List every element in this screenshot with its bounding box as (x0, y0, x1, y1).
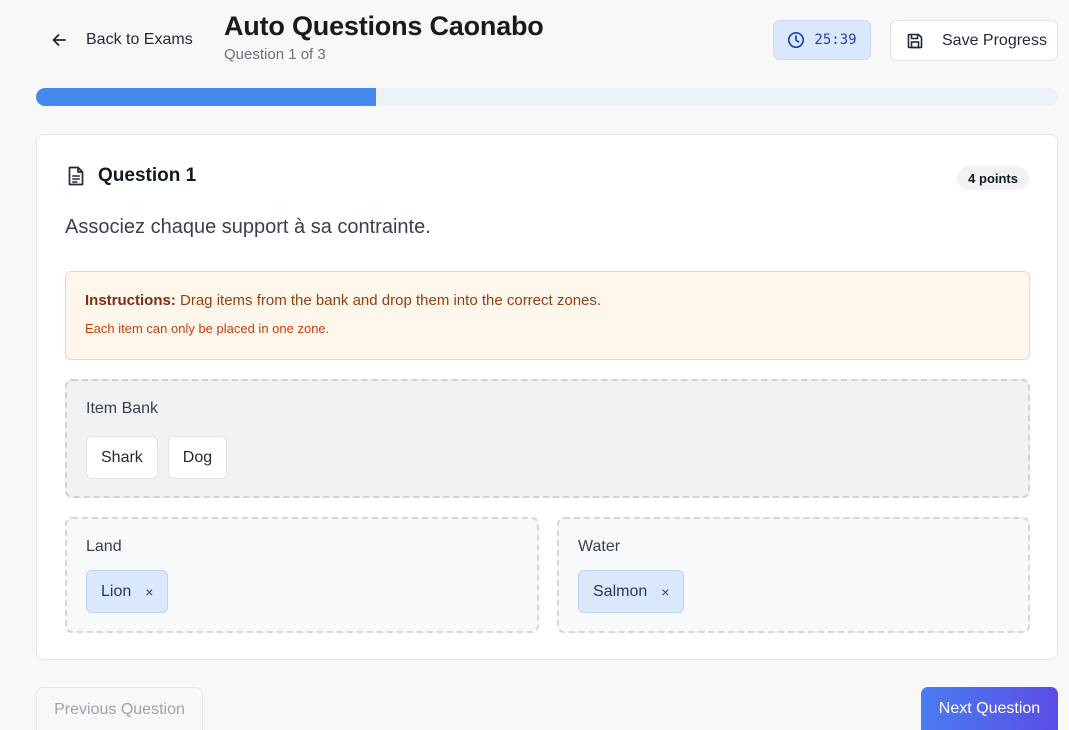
save-button-label: Save Progress (942, 31, 1047, 49)
instructions-line: Instructions: Drag items from the bank a… (85, 292, 1010, 309)
title-block: Auto Questions Caonabo Question 1 of 3 (224, 11, 544, 63)
instructions-label: Instructions: (85, 292, 176, 309)
document-icon (65, 165, 87, 187)
instructions-note: Each item can only be placed in one zone… (85, 321, 330, 336)
points-badge: 4 points (957, 166, 1029, 190)
draggable-item-dog[interactable]: Dog (167, 436, 228, 479)
next-question-button[interactable]: Next Question (921, 687, 1058, 730)
item-bank-list: Shark Dog (86, 436, 228, 479)
placed-item-label: Salmon (593, 582, 648, 600)
arrow-left-icon (50, 31, 68, 49)
question-card: Question 1 4 points Associez chaque supp… (36, 134, 1058, 660)
instructions-text: Drag items from the bank and drop them i… (175, 292, 602, 309)
page-title: Auto Questions Caonabo (224, 11, 544, 41)
back-to-exams-button[interactable]: Back to Exams (36, 22, 207, 58)
exam-header: Back to Exams Auto Questions Caonabo Que… (0, 0, 1069, 80)
timer-value: 25:39 (814, 32, 857, 48)
progress-bar (36, 88, 1058, 106)
draggable-item-shark[interactable]: Shark (86, 436, 158, 479)
floppy-disk-icon (906, 32, 924, 50)
placed-item-lion[interactable]: Lion × (86, 570, 169, 613)
drop-zone-title: Water (578, 538, 621, 555)
item-bank-title: Item Bank (86, 400, 159, 417)
timer-badge: 25:39 (773, 20, 871, 60)
progress-bar-fill (36, 88, 377, 106)
placed-items: Salmon × (578, 570, 685, 613)
previous-question-button[interactable]: Previous Question (36, 687, 203, 730)
item-bank[interactable]: Item Bank Shark Dog (65, 379, 1030, 498)
instructions-box: Instructions: Drag items from the bank a… (65, 271, 1030, 360)
drop-zone-title: Land (86, 538, 122, 555)
drop-zone-water[interactable]: Water Salmon × (557, 517, 1030, 633)
question-text: Associez chaque support à sa contrainte. (65, 216, 431, 238)
question-counter: Question 1 of 3 (224, 46, 326, 63)
remove-item-button[interactable]: × (145, 584, 153, 600)
drop-zone-land[interactable]: Land Lion × (65, 517, 539, 633)
remove-item-button[interactable]: × (661, 584, 669, 600)
clock-icon (787, 31, 805, 49)
save-progress-button[interactable]: Save Progress (890, 20, 1058, 61)
placed-item-salmon[interactable]: Salmon × (578, 570, 685, 613)
placed-items: Lion × (86, 570, 169, 613)
question-title: Question 1 (98, 165, 197, 186)
back-button-label: Back to Exams (86, 31, 193, 48)
question-header: Question 1 (65, 165, 196, 187)
placed-item-label: Lion (101, 582, 132, 600)
